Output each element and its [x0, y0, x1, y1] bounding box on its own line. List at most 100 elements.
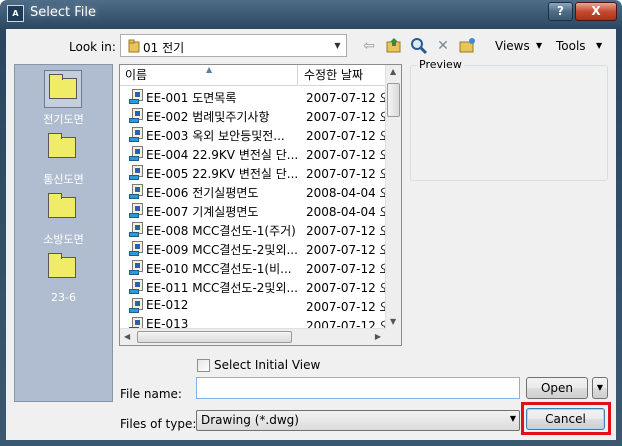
lookin-dropdown[interactable]: 01 전기 ▼: [120, 34, 347, 57]
places-bar: 전기도면 통신도면 소방도면 23-6: [14, 64, 113, 402]
file-row[interactable]: EE-007 기계실평면도 2008-04-04 오: [120, 201, 391, 220]
file-name: EE-007 기계실평면도: [146, 205, 259, 219]
select-initial-view-label[interactable]: Select Initial View: [214, 358, 320, 372]
file-date: 2007-07-12 오: [306, 110, 391, 124]
horizontal-scrollbar[interactable]: ◀ ▶: [120, 328, 385, 345]
vertical-scroll-thumb[interactable]: [387, 83, 400, 117]
file-name: EE-012: [146, 298, 189, 312]
file-type-label: Files of type:: [120, 417, 197, 431]
up-folder-icon[interactable]: [384, 37, 404, 55]
file-name: EE-003 옥외 보안등및전...: [146, 129, 285, 143]
scroll-left-icon[interactable]: ◀: [124, 332, 130, 341]
close-button[interactable]: X: [575, 2, 617, 21]
file-row[interactable]: EE-010 MCC결선도-1(비... 2007-07-12 오: [120, 258, 391, 277]
file-row[interactable]: EE-003 옥외 보안등및전... 2007-07-12 오: [120, 125, 391, 144]
chevron-down-icon[interactable]: ▼: [329, 35, 346, 56]
tools-menu[interactable]: Tools: [556, 39, 586, 53]
file-name: EE-011 MCC결선도-2및외...: [146, 281, 298, 295]
horizontal-scroll-thumb[interactable]: [137, 331, 292, 343]
new-folder-icon[interactable]: [457, 37, 477, 55]
file-row[interactable]: EE-006 전기실평면도 2008-04-04 오: [120, 182, 391, 201]
file-date: 2007-07-12 오: [306, 300, 391, 314]
title-bar[interactable]: A Select File ? X: [0, 0, 622, 28]
lookin-label: Look in:: [69, 40, 116, 54]
dwg-file-icon: [129, 203, 145, 218]
file-name: EE-010 MCC결선도-1(비...: [146, 262, 292, 276]
views-menu[interactable]: Views: [495, 39, 530, 53]
dwg-file-icon: [129, 165, 145, 180]
scroll-up-icon[interactable]: ▲: [390, 67, 396, 76]
dwg-file-icon: [129, 298, 145, 313]
select-initial-view-checkbox[interactable]: [197, 359, 210, 372]
file-name-input[interactable]: [196, 377, 520, 399]
file-date: 2007-07-12 오: [306, 91, 391, 105]
dialog-body: Look in: 01 전기 ▼ ⇦ ✕ Views ▼ Tools ▼ 전기도: [6, 29, 616, 440]
dwg-file-icon: [129, 127, 145, 142]
file-name: EE-004 22.9KV 변전실 단...: [146, 148, 299, 162]
scroll-right-icon[interactable]: ▶: [375, 332, 381, 341]
file-date: 2007-07-12 오: [306, 224, 391, 238]
dwg-file-icon: [129, 260, 145, 275]
place-item[interactable]: 소방도면: [15, 187, 112, 246]
column-header-date[interactable]: 수정한 날짜: [299, 65, 385, 86]
file-name: EE-008 MCC결선도-1(주거): [146, 224, 296, 238]
dwg-file-icon: [129, 279, 145, 294]
dwg-file-icon: [129, 222, 145, 237]
file-row[interactable]: EE-004 22.9KV 변전실 단... 2007-07-12 오: [120, 144, 391, 163]
place-label: 23-6: [51, 291, 76, 304]
folder-icon: [49, 74, 77, 99]
file-name: EE-005 22.9KV 변전실 단...: [146, 167, 299, 181]
file-row[interactable]: EE-005 22.9KV 변전실 단... 2007-07-12 오: [120, 163, 391, 182]
folder-icon: [48, 133, 76, 158]
file-list[interactable]: 이름 ▲ 수정한 날짜 EE-001 도면목록 2007-07-12 오 EE-00…: [119, 64, 402, 346]
back-icon[interactable]: ⇦: [359, 37, 379, 55]
sort-ascending-icon: ▲: [206, 65, 213, 74]
file-row[interactable]: EE-008 MCC결선도-1(주거) 2007-07-12 오: [120, 220, 391, 239]
help-button[interactable]: ?: [548, 2, 573, 21]
file-rows: EE-001 도면목록 2007-07-12 오 EE-002 범례및주기사항 200…: [120, 87, 391, 334]
place-label: 소방도면: [43, 233, 84, 246]
file-type-dropdown[interactable]: Drawing (*.dwg) ▼: [196, 410, 520, 431]
file-name: EE-002 범례및주기사항: [146, 110, 270, 124]
open-button[interactable]: Open: [526, 377, 588, 399]
preview-pane: [410, 65, 608, 181]
file-type-value: Drawing (*.dwg): [201, 413, 299, 427]
folder-icon: [128, 39, 140, 53]
place-item[interactable]: 통신도면: [15, 127, 112, 186]
window-title: Select File: [30, 5, 96, 20]
chevron-down-icon[interactable]: ▼: [510, 414, 516, 423]
file-name: EE-009 MCC결선도-2및외...: [146, 243, 298, 257]
tools-chevron-down-icon[interactable]: ▼: [596, 41, 602, 50]
file-row[interactable]: EE-001 도면목록 2007-07-12 오: [120, 87, 391, 106]
place-label: 전기도면: [43, 113, 84, 126]
dwg-file-icon: [129, 184, 145, 199]
lookin-value: 01 전기: [143, 41, 185, 55]
file-date: 2007-07-12 오: [306, 243, 391, 257]
cancel-highlight-box: [521, 402, 611, 435]
file-date: 2007-07-12 오: [306, 262, 391, 276]
scroll-down-icon[interactable]: ▼: [390, 317, 396, 326]
file-date: 2008-04-04 오: [306, 205, 391, 219]
place-item[interactable]: 23-6: [15, 247, 112, 305]
dwg-file-icon: [129, 241, 145, 256]
dwg-file-icon: [129, 89, 145, 104]
file-name: EE-001 도면목록: [146, 91, 237, 105]
file-date: 2007-07-12 오: [306, 167, 391, 181]
app-icon: A: [7, 5, 24, 22]
file-date: 2007-07-12 오: [306, 148, 391, 162]
vertical-scrollbar[interactable]: ▲ ▼: [385, 65, 401, 328]
file-row[interactable]: EE-012 2007-07-12 오: [120, 296, 391, 315]
column-header-name[interactable]: 이름 ▲: [120, 65, 298, 86]
dwg-file-icon: [129, 108, 145, 123]
folder-icon: [48, 193, 76, 218]
file-row[interactable]: EE-011 MCC결선도-2및외... 2007-07-12 오: [120, 277, 391, 296]
search-icon[interactable]: [409, 37, 429, 55]
delete-icon[interactable]: ✕: [433, 37, 453, 55]
views-chevron-down-icon[interactable]: ▼: [536, 41, 542, 50]
place-item[interactable]: 전기도면: [15, 67, 112, 126]
open-options-chevron-down-icon[interactable]: ▼: [592, 377, 608, 399]
file-row[interactable]: EE-009 MCC결선도-2및외... 2007-07-12 오: [120, 239, 391, 258]
file-row[interactable]: EE-002 범례및주기사항 2007-07-12 오: [120, 106, 391, 125]
file-name: EE-006 전기실평면도: [146, 186, 259, 200]
place-label: 통신도면: [43, 173, 84, 186]
